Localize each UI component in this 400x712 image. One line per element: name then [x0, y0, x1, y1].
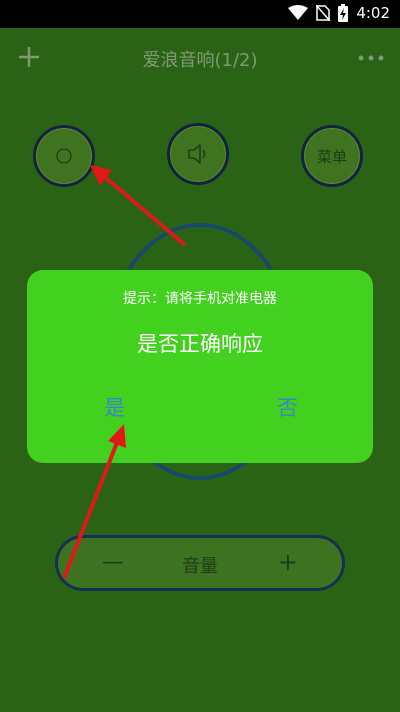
volume-up-button[interactable]: + — [278, 548, 298, 576]
battery-charging-icon — [338, 4, 349, 22]
more-button[interactable] — [356, 50, 386, 64]
page-title: 爱浪音响(1/2) — [142, 50, 258, 71]
mute-button[interactable] — [167, 123, 229, 185]
status-bar: 4:02 — [0, 0, 400, 28]
more-icon — [358, 55, 384, 61]
no-button[interactable]: 否 — [277, 392, 298, 422]
menu-button[interactable]: 菜单 — [301, 125, 363, 187]
clock: 4:02 — [356, 4, 390, 22]
volume-label: 音量 — [182, 556, 218, 577]
dialog-question: 是否正确响应 — [137, 332, 263, 356]
speaker-icon — [188, 144, 206, 164]
no-sim-icon — [316, 5, 331, 21]
volume-control: — 音量 + — [55, 535, 345, 591]
power-icon — [56, 148, 72, 164]
app-bar: 爱浪音响(1/2) — [0, 28, 400, 88]
wifi-icon — [288, 5, 309, 20]
yes-button[interactable]: 是 — [104, 392, 125, 422]
power-button[interactable] — [33, 125, 95, 187]
menu-label: 菜单 — [316, 147, 347, 166]
dialog-hint: 提示：请将手机对准电器 — [123, 291, 277, 307]
status-icons: 4:02 — [288, 4, 390, 22]
confirm-dialog: 提示：请将手机对准电器 是否正确响应 是 否 — [27, 270, 373, 463]
